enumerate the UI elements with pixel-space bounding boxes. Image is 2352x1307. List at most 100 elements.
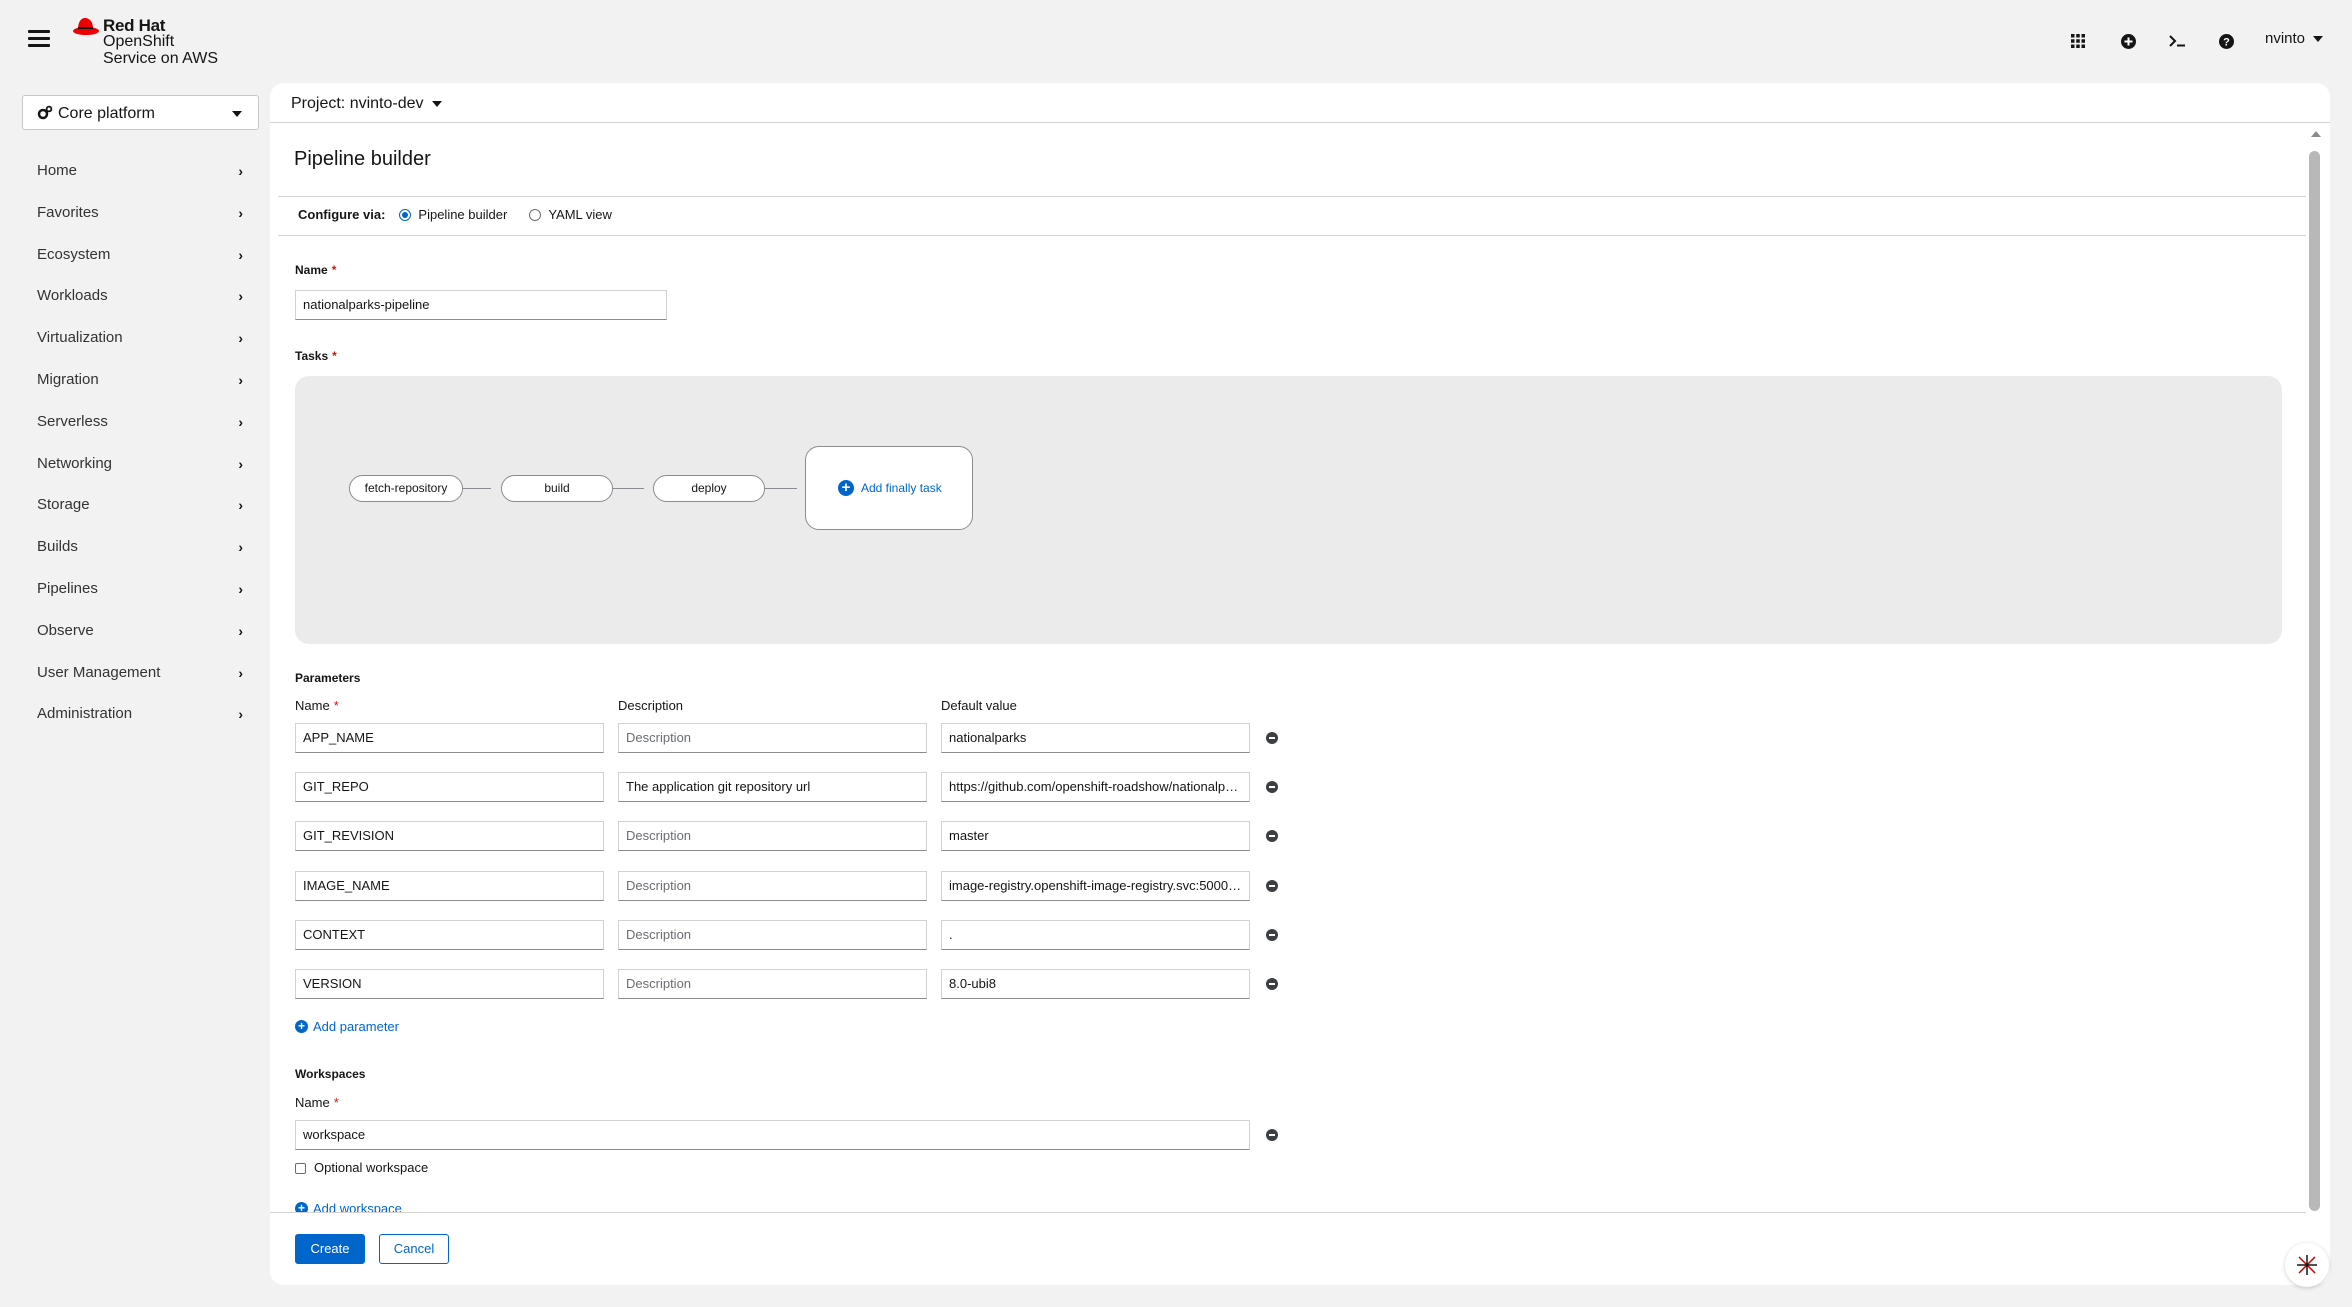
scroll-up-icon[interactable] [2311, 131, 2321, 137]
task-node-deploy[interactable]: deploy [653, 475, 765, 502]
svg-text:?: ? [2223, 36, 2230, 48]
remove-icon[interactable] [1266, 732, 1278, 744]
sidebar-item-label: User Management [37, 663, 161, 681]
cancel-button[interactable]: Cancel [379, 1234, 449, 1264]
sidebar-item-favorites[interactable]: Favorites › [22, 192, 259, 234]
sidebar-item-builds[interactable]: Builds › [22, 526, 259, 568]
workspace-col-name: Name * [295, 1095, 339, 1110]
sidebar-item-migration[interactable]: Migration › [22, 359, 259, 401]
configure-via-label: Configure via: [298, 207, 386, 222]
sidebar-item-observe[interactable]: Observe › [22, 610, 259, 652]
param-name-input[interactable]: GIT_REPO [295, 772, 604, 802]
param-name-input[interactable]: GIT_REVISION [295, 821, 604, 851]
hamburger-menu-icon[interactable] [28, 30, 50, 50]
remove-icon[interactable] [1266, 830, 1278, 842]
param-description-input[interactable]: Description [618, 969, 927, 999]
radio-yaml-view[interactable] [529, 208, 542, 221]
divider [278, 235, 2306, 236]
user-menu[interactable]: nvinto [2265, 30, 2324, 47]
divider [278, 196, 2306, 197]
param-description-input[interactable]: Description [618, 871, 927, 901]
scrollbar-thumb[interactable] [2309, 151, 2320, 1211]
param-default-input[interactable]: 8.0-ubi8 [941, 969, 1250, 999]
tasks-label: Tasks * [295, 349, 337, 363]
plus-circle-icon[interactable] [2117, 30, 2139, 52]
sidebar-item-storage[interactable]: Storage › [22, 484, 259, 526]
task-node-fetch-repository[interactable]: fetch-repository [349, 475, 463, 502]
remove-icon[interactable] [1266, 880, 1278, 892]
sidebar-item-workloads[interactable]: Workloads › [22, 275, 259, 317]
radio-pipeline-builder[interactable] [399, 208, 412, 221]
optional-workspace-label: Optional workspace [314, 1160, 429, 1175]
chevron-right-icon: › [238, 497, 243, 514]
sidebar-item-virtualization[interactable]: Virtualization › [22, 317, 259, 359]
chevron-right-icon: › [238, 455, 243, 472]
chevron-right-icon: › [238, 622, 243, 639]
param-name-input[interactable]: IMAGE_NAME [295, 871, 604, 901]
param-description-input[interactable]: Description [618, 920, 927, 950]
add-parameter-label: Add parameter [313, 1019, 399, 1034]
perspective-switcher[interactable]: Core platform [22, 95, 259, 130]
param-description-input[interactable]: The application git repository url [618, 772, 927, 802]
chevron-right-icon: › [238, 330, 243, 347]
optional-workspace-checkbox[interactable] [295, 1163, 306, 1174]
workspace-name-input[interactable]: workspace [295, 1120, 1250, 1150]
sidebar-item-label: Workloads [37, 287, 108, 305]
sidebar-item-serverless[interactable]: Serverless › [22, 401, 259, 443]
product-subname: Service on AWS [103, 50, 219, 67]
parameters-label: Parameters [295, 671, 361, 685]
remove-icon[interactable] [1266, 978, 1278, 990]
sidebar-item-user-management[interactable]: User Management › [22, 652, 259, 694]
param-name-input[interactable]: CONTEXT [295, 920, 604, 950]
create-button[interactable]: Create [295, 1234, 365, 1264]
param-default-input[interactable]: nationalparks [941, 723, 1250, 753]
assistant-icon [2297, 1255, 2317, 1275]
chevron-right-icon: › [238, 163, 243, 179]
sidebar-item-pipelines[interactable]: Pipelines › [22, 568, 259, 610]
configure-via: Configure via: Pipeline builder YAML vie… [298, 207, 634, 222]
param-default-input[interactable]: image-registry.openshift-image-registry.… [941, 871, 1250, 901]
remove-icon[interactable] [1266, 929, 1278, 941]
chevron-right-icon: › [238, 580, 243, 597]
param-name-input[interactable]: APP_NAME [295, 723, 604, 753]
task-node-build[interactable]: build [501, 475, 613, 502]
sidebar-item-label: Observe [37, 621, 94, 639]
remove-icon[interactable] [1266, 1129, 1278, 1141]
sidebar-item-label: Builds [37, 538, 78, 556]
terminal-icon[interactable] [2166, 30, 2188, 52]
project-label: Project: nvinto-dev [291, 95, 424, 112]
sidebar-item-label: Home [37, 162, 78, 179]
param-default-input[interactable]: https://github.com/openshift-roadshow/na… [941, 772, 1250, 802]
param-default-input[interactable]: . [941, 920, 1250, 950]
sidebar-item-ecosystem[interactable]: Ecosystem › [22, 234, 259, 276]
radio-label-yaml-view: YAML view [548, 207, 612, 222]
add-parameter-link[interactable]: + Add parameter [295, 1019, 399, 1034]
radio-label-pipeline-builder: Pipeline builder [418, 207, 508, 222]
grid-icon[interactable] [2067, 30, 2089, 52]
param-description-input[interactable]: Description [618, 821, 927, 851]
remove-icon[interactable] [1266, 781, 1278, 793]
masthead: Red Hat OpenShift Service on AWS ? nvint… [0, 0, 2352, 80]
chevron-right-icon: › [238, 371, 243, 388]
workspaces-label: Workspaces [295, 1067, 366, 1081]
sidebar-item-administration[interactable]: Administration › [22, 693, 259, 735]
sidebar-item-networking[interactable]: Networking › [22, 443, 259, 485]
page-title: Pipeline builder [294, 148, 431, 170]
chevron-right-icon: › [238, 288, 243, 305]
sidebar-item-label: Ecosystem [37, 245, 111, 263]
param-description-input[interactable]: Description [618, 723, 927, 753]
assistant-launcher[interactable] [2285, 1243, 2329, 1287]
add-finally-task[interactable]: + Add finally task [805, 446, 973, 530]
sidebar-item-label: Pipelines [37, 579, 98, 597]
param-name-input[interactable]: VERSION [295, 969, 604, 999]
form-footer: Create Cancel [270, 1212, 2306, 1285]
param-default-input[interactable]: master [941, 821, 1250, 851]
sidebar-item-label: Migration [37, 370, 99, 388]
project-selector[interactable]: Project: nvinto-dev [291, 95, 442, 113]
caret-down-icon [232, 111, 242, 117]
chevron-right-icon: › [238, 204, 243, 221]
chevron-right-icon: › [238, 413, 243, 430]
help-icon[interactable]: ? [2215, 30, 2237, 52]
pipeline-name-input[interactable]: nationalparks-pipeline [295, 290, 667, 320]
sidebar-item-home[interactable]: Home › [22, 150, 259, 192]
